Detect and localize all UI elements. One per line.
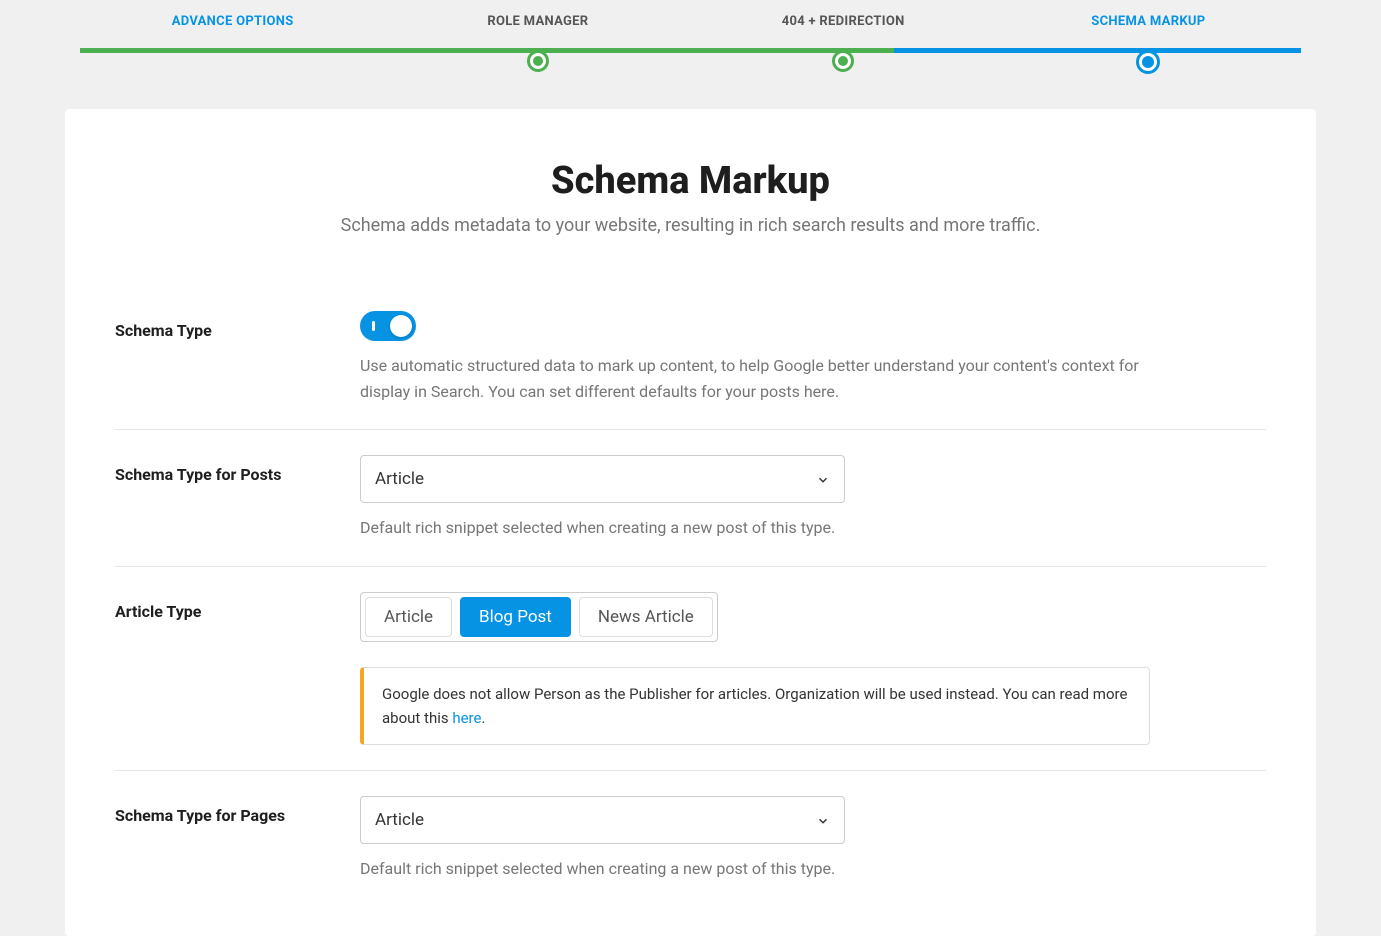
chevron-down-icon (816, 472, 830, 486)
setting-article-type: Article Type Article Blog Post News Arti… (115, 566, 1266, 770)
step-dot-icon (527, 50, 549, 72)
page-subtitle: Schema adds metadata to your website, re… (65, 215, 1316, 236)
select-value: Article (375, 810, 424, 830)
setting-schema-type: Schema Type Use automatic structured dat… (115, 286, 1266, 429)
settings-panel: Schema Markup Schema adds metadata to yo… (65, 109, 1316, 936)
step-schema-markup[interactable]: SCHEMA MARKUP (996, 10, 1301, 29)
alert-text: Google does not allow Person as the Publ… (382, 685, 1127, 727)
schema-type-pages-select[interactable]: Article (360, 796, 845, 844)
wizard-stepper: ADVANCE OPTIONS ROLE MANAGER 404 + REDIR… (0, 0, 1381, 59)
alert-link-here[interactable]: here (452, 709, 481, 727)
article-type-option-article[interactable]: Article (365, 597, 452, 637)
setting-label: Schema Type for Posts (115, 455, 360, 541)
setting-label: Schema Type (115, 311, 360, 404)
schema-type-posts-select[interactable]: Article (360, 455, 845, 503)
setting-schema-type-pages: Schema Type for Pages Article Default ri… (115, 770, 1266, 907)
step-dot-icon (832, 50, 854, 72)
step-role-manager[interactable]: ROLE MANAGER (385, 10, 690, 29)
step-404-redirection[interactable]: 404 + REDIRECTION (691, 10, 996, 29)
schema-type-toggle[interactable] (360, 311, 416, 341)
chevron-down-icon (816, 813, 830, 827)
step-dot-current-icon (1136, 50, 1160, 74)
setting-schema-type-posts: Schema Type for Posts Article Default ri… (115, 429, 1266, 566)
helper-text: Default rich snippet selected when creat… (360, 856, 1180, 882)
page-title: Schema Markup (65, 159, 1316, 203)
article-type-option-blog-post[interactable]: Blog Post (460, 597, 571, 637)
stepper-track (80, 48, 1301, 53)
setting-label: Article Type (115, 592, 360, 745)
setting-label: Schema Type for Pages (115, 796, 360, 882)
helper-text: Default rich snippet selected when creat… (360, 515, 1180, 541)
helper-text: Use automatic structured data to mark up… (360, 353, 1180, 404)
select-value: Article (375, 469, 424, 489)
step-advance-options[interactable]: ADVANCE OPTIONS (80, 10, 385, 29)
article-type-alert: Google does not allow Person as the Publ… (360, 667, 1150, 745)
article-type-button-group: Article Blog Post News Article (360, 592, 718, 642)
article-type-option-news-article[interactable]: News Article (579, 597, 713, 637)
